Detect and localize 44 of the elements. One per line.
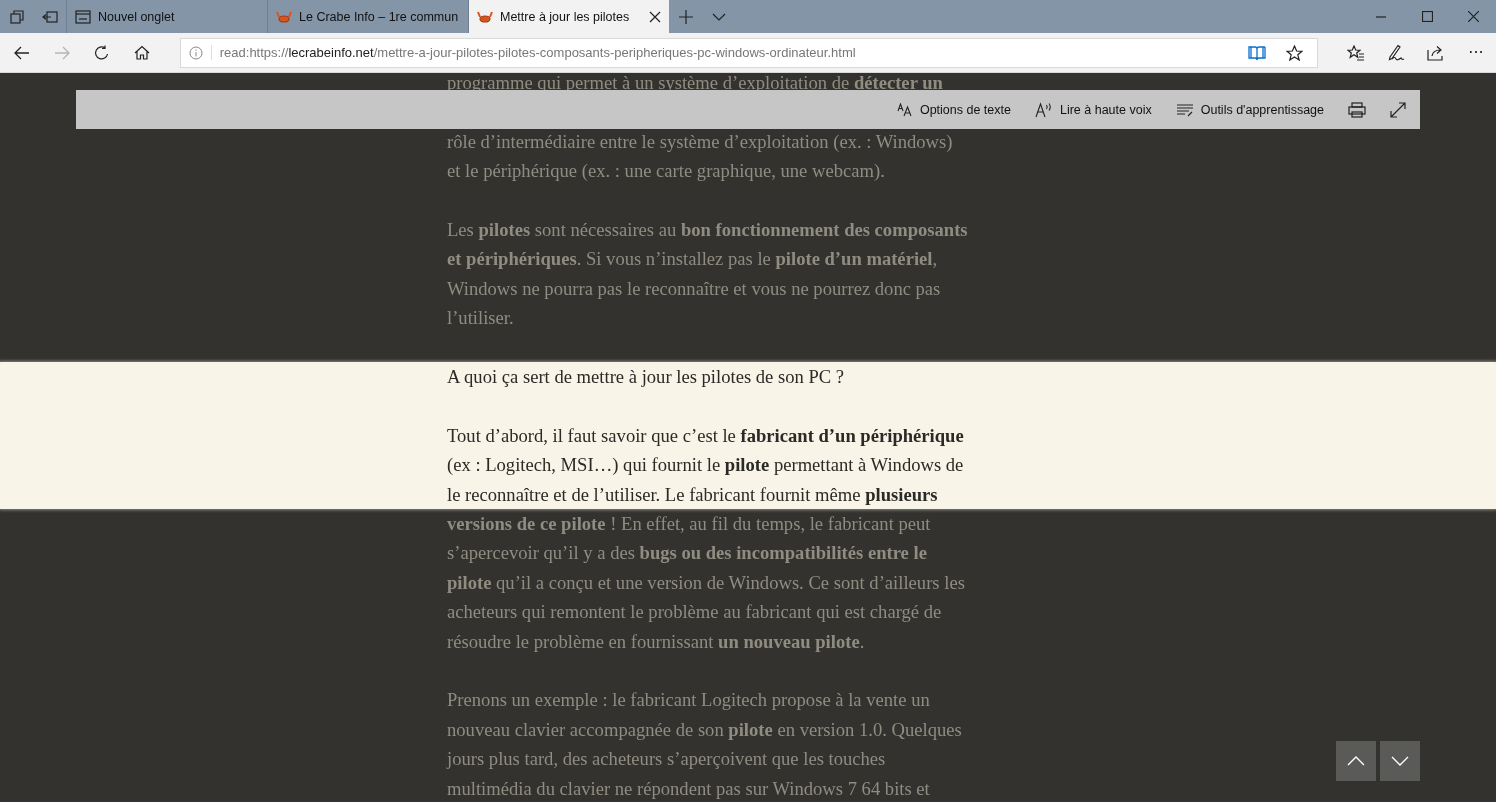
paragraph: rôle d’intermédiaire entre le système d’exploitation (ex. : Windows) et le périphérique (ex. : une carte graphique, une webcam).	[447, 129, 953, 184]
page-up-button[interactable]	[1336, 741, 1376, 781]
chevron-down-icon	[1391, 756, 1409, 766]
paragraph: A quoi ça sert de mettre à jour les pilotes de son PC ?	[447, 365, 845, 389]
tab-label: Nouvel onglet	[98, 9, 176, 24]
chevron-up-icon	[1347, 756, 1365, 766]
page-icon	[75, 9, 91, 24]
info-icon[interactable]	[188, 45, 203, 60]
print-icon[interactable]	[1348, 101, 1366, 118]
star-icon[interactable]	[1286, 44, 1303, 61]
maximize-icon[interactable]	[1421, 11, 1433, 22]
font-size-icon	[896, 102, 913, 117]
favorites-icon[interactable]	[1347, 44, 1365, 61]
crab-icon	[477, 9, 493, 24]
pen-icon[interactable]	[1387, 43, 1405, 62]
url-text: read:https://lecrabeinfo.net/mettre-a-jour-pilotes-pilotes-composants-peripheriques-pc-windows-ordinateur.html	[210, 45, 1234, 60]
set-aside-tabs-icon[interactable]	[41, 10, 58, 23]
browser-tab[interactable]: Mettre à jour les pilotes	[468, 0, 669, 33]
back-icon[interactable]	[13, 45, 30, 60]
learning-tools-icon	[1175, 102, 1194, 117]
read-aloud-icon	[1034, 101, 1053, 118]
home-icon[interactable]	[133, 45, 150, 60]
tab-label: Mettre à jour les pilotes	[500, 9, 631, 24]
toolbar-button[interactable]: Options de texte	[896, 102, 1011, 117]
more-button[interactable]: ···	[1456, 34, 1496, 71]
paragraph: Tout d’abord, il faut savoir que c’est le fabricant d’un périphérique (ex : Logitech, MSI…) qui fournit le pilote permettant à Windows de le reconnaître et de l’utiliser. Le fabricant fournit même plusieurs	[447, 423, 964, 507]
tab-label: Le Crabe Info – 1re commun	[299, 9, 460, 24]
paragraph: Prenons un exemple : le fabricant Logitech propose à la vente un nouveau clavier accompagnée de son pilote en version 1.0. Quelques jours plus tard, des acheteurs s’aperçoivent que les touches multimédia du clavier ne répondent pas sur Windows 7 64 bits et	[447, 688, 962, 801]
chevron-down-icon[interactable]	[711, 12, 726, 21]
reading-view-icon[interactable]	[1248, 44, 1266, 61]
paragraph: versions de ce pilote ! En effet, au fil du temps, le fabricant peut s’apercevoir qu’il y a des bugs ou des incompatibilités entre le pilote qu’il a conçu et une version de Windows. Ce sont d’ailleurs les acheteurs qui remontent le problème au fabricant qui est chargé de résoudre le problème en fournissant un nouveau pilote.	[447, 512, 965, 654]
share-icon[interactable]	[1427, 44, 1445, 61]
refresh-icon[interactable]	[93, 44, 110, 61]
page-down-button[interactable]	[1380, 741, 1420, 781]
minimize-icon[interactable]	[1376, 15, 1386, 18]
fullscreen-icon[interactable]	[1390, 101, 1406, 118]
paragraph: Les pilotes sont nécessaires au bon fonctionnement des composants et périphériques. Si vous n’installez pas le pilote d’un matériel, Windows ne pourra pas le reconnaître et vous ne pourrez donc pas l’utiliser.	[447, 218, 968, 331]
toolbar-button[interactable]: Lire à haute voix	[1034, 101, 1152, 118]
close-icon[interactable]	[649, 10, 661, 23]
crab-icon	[276, 9, 292, 24]
address-field[interactable]: read:https://lecrabeinfo.net/mettre-a-jour-pilotes-pilotes-composants-peripheriques-pc-windows-ordinateur.html	[179, 37, 1318, 68]
toolbar-button[interactable]: Outils d'apprentissage	[1175, 102, 1324, 117]
plus-icon[interactable]	[678, 9, 693, 24]
stacked-windows-icon[interactable]	[9, 9, 24, 24]
